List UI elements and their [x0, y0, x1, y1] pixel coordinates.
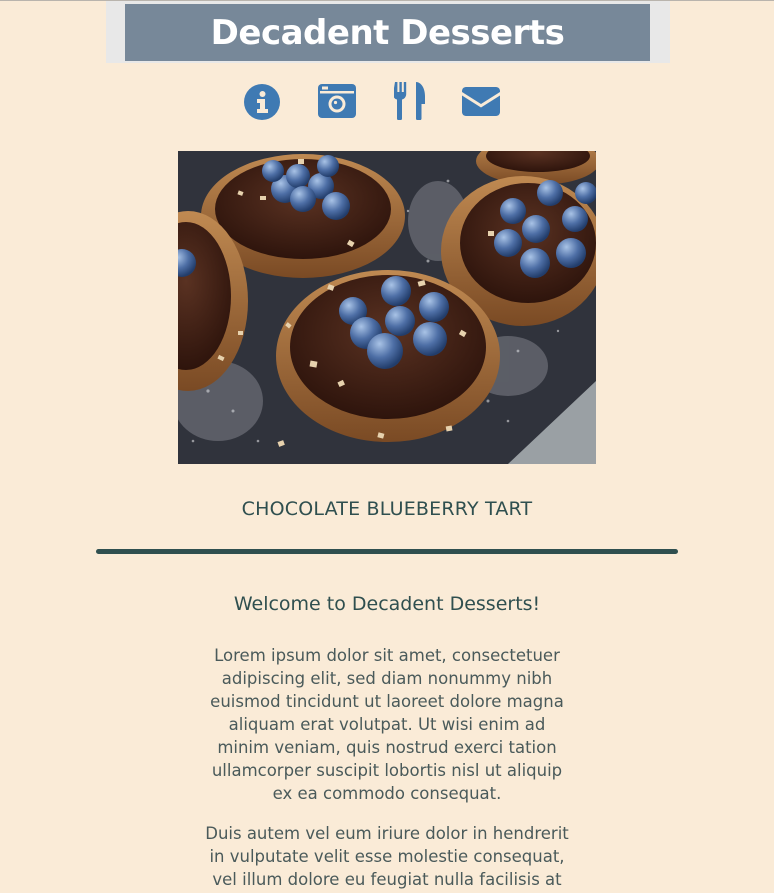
- site-title: Decadent Desserts: [210, 12, 565, 53]
- welcome-heading: Welcome to Decadent Desserts!: [233, 593, 541, 615]
- intro-paragraph-2: Duis autem vel eum iriure dolor in hendr…: [205, 824, 569, 889]
- icon-nav: [0, 82, 774, 122]
- nav-gallery[interactable]: [318, 84, 356, 122]
- hero-image: [178, 151, 596, 464]
- site-header: Decadent Desserts: [125, 4, 650, 61]
- camera-icon: [318, 84, 356, 118]
- section-divider: [96, 549, 678, 554]
- utensils-icon: [393, 82, 425, 121]
- nav-about[interactable]: [244, 84, 280, 124]
- nav-menu[interactable]: [393, 82, 426, 124]
- nav-contact[interactable]: [462, 87, 500, 120]
- intro-paragraph-1: Lorem ipsum dolor sit amet, consectetuer…: [210, 646, 564, 803]
- info-icon: [244, 84, 280, 120]
- dish-title: CHOCOLATE BLUEBERRY TART: [241, 498, 533, 520]
- envelope-icon: [462, 87, 500, 116]
